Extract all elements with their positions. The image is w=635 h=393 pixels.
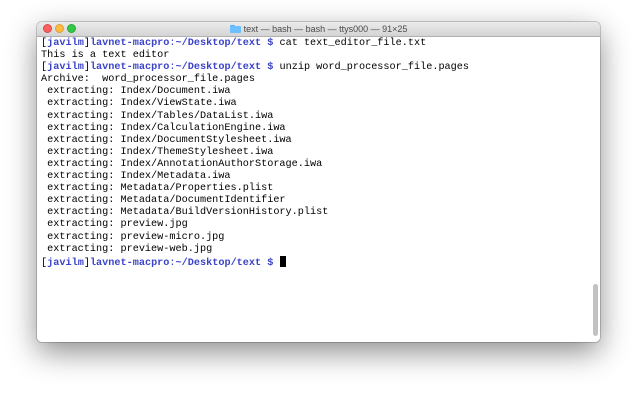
output-line: extracting: Index/ThemeStylesheet.iwa [41,146,274,158]
output-line: extracting: preview-micro.jpg [41,231,225,243]
prompt-host: lavnet-macpro [89,257,170,269]
prompt-user: javilm [47,38,84,49]
prompt-user: javilm [47,257,84,269]
prompt-dollar: $ [261,38,274,49]
command-text: cat text_editor_file.txt [273,38,427,49]
output-line: extracting: Index/AnnotationAuthorStorag… [41,158,323,170]
prompt-dollar: $ [261,62,274,74]
output-line: extracting: preview-web.jpg [41,243,213,255]
prompt-path: ~/Desktop/text [175,38,262,49]
prompt-line: [javilm]lavnet-macpro:~/Desktop/text $ c… [41,38,600,50]
terminal-window: text — bash — bash — ttys000 — 91×25 ≡ [… [37,22,600,342]
terminal-output[interactable]: [javilm]lavnet-macpro:~/Desktop/text $ c… [37,37,600,342]
prompt-dollar: $ [261,257,274,269]
output-line: extracting: Index/DocumentStylesheet.iwa [41,134,292,146]
output-line: extracting: Index/Tables/DataList.iwa [41,110,274,122]
text-cursor [279,255,286,267]
prompt-path: ~/Desktop/text [175,257,262,269]
folder-icon [229,25,241,33]
prompt-user: javilm [47,62,84,74]
output-line: extracting: Metadata/BuildVersionHistory… [41,207,329,219]
output-line: extracting: Metadata/Properties.plist [41,183,274,195]
prompt-line: [javilm]lavnet-macpro:~/Desktop/text $ u… [41,62,600,74]
output-line: extracting: Index/ViewState.iwa [41,98,237,110]
output-line: extracting: Index/Metadata.iwa [41,171,231,183]
prompt-path: ~/Desktop/text [175,62,262,74]
output-line: extracting: Index/Document.iwa [41,86,231,98]
output-line: This is a text editor [41,50,170,62]
prompt-line: [javilm]lavnet-macpro:~/Desktop/text $ [41,255,600,269]
title-bar[interactable]: text — bash — bash — ttys000 — 91×25 [37,22,600,37]
prompt-host: lavnet-macpro [89,38,170,49]
window-title: text — bash — bash — ttys000 — 91×25 [243,24,408,34]
scrollbar[interactable] [593,284,598,336]
command-text: unzip word_processor_file.pages [273,62,470,74]
prompt-host: lavnet-macpro [89,62,170,74]
output-line: extracting: Index/CalculationEngine.iwa [41,122,286,134]
window-title-area: text — bash — bash — ttys000 — 91×25 [37,22,600,36]
output-line: Archive: word_processor_file.pages [41,74,255,86]
output-line: extracting: preview.jpg [41,219,188,231]
output-line: extracting: Metadata/DocumentIdentifier [41,195,286,207]
